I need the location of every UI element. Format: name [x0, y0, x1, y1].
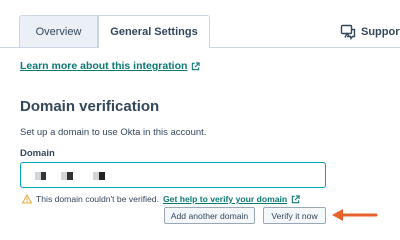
redacted-text	[41, 172, 46, 180]
domain-input[interactable]	[20, 162, 326, 188]
external-link-icon	[291, 194, 300, 203]
support-button[interactable]: Support r	[340, 24, 400, 40]
page: Overview General Settings Support r Lear…	[0, 0, 400, 240]
verify-button-label: Verify it now	[271, 210, 318, 221]
tab-general-settings-label: General Settings	[110, 26, 198, 38]
active-tab-gap	[99, 47, 209, 48]
add-domain-button[interactable]: Add another domain	[164, 207, 255, 224]
section-title: Domain verification	[20, 98, 160, 115]
tab-overview-label: Overview	[35, 25, 82, 38]
learn-more-label: Learn more about this integration	[20, 60, 188, 72]
support-icon	[340, 24, 356, 40]
verification-warning: This domain couldn't be verified. Get he…	[22, 194, 300, 204]
external-link-icon	[192, 61, 201, 70]
add-domain-button-label: Add another domain	[170, 210, 249, 221]
verify-button[interactable]: Verify it now	[263, 207, 326, 224]
tab-general-settings[interactable]: General Settings	[98, 15, 210, 48]
warning-text: This domain couldn't be verified.	[36, 194, 159, 204]
warning-icon	[22, 194, 32, 204]
arrow-annotation	[332, 209, 378, 221]
domain-field-label: Domain	[20, 148, 55, 159]
verify-help-link[interactable]: Get help to verify your domain	[163, 194, 287, 204]
support-label: Support r	[361, 26, 400, 38]
section-description: Set up a domain to use Okta in this acco…	[20, 127, 207, 138]
redacted-text	[67, 172, 73, 180]
learn-more-link[interactable]: Learn more about this integration	[20, 60, 201, 72]
tab-overview[interactable]: Overview	[19, 15, 98, 47]
redacted-text	[99, 172, 105, 180]
